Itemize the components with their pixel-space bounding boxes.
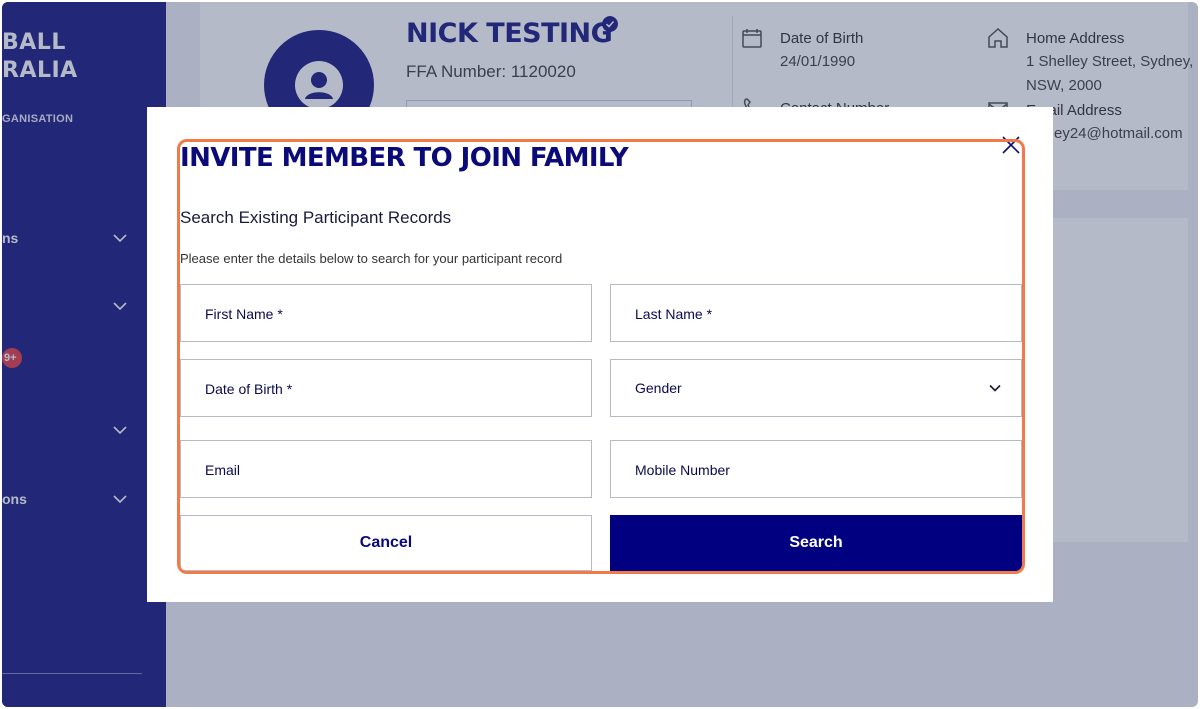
mobile-number-field[interactable]: Mobile Number (610, 440, 1022, 498)
date-of-birth-field[interactable]: Date of Birth * (180, 359, 592, 417)
chevron-down-icon (989, 384, 1001, 392)
gender-label: Gender (635, 380, 682, 396)
gender-select[interactable]: Gender (610, 359, 1022, 417)
date-of-birth-label: Date of Birth * (205, 381, 293, 397)
first-name-label: First Name * (205, 306, 283, 322)
app-window: BALL RALIA GANISATION ns 9+ ons NICK TES… (2, 2, 1198, 707)
last-name-field[interactable]: Last Name * (610, 284, 1022, 342)
last-name-label: Last Name * (635, 306, 713, 322)
invite-member-modal: INVITE MEMBER TO JOIN FAMILY Search Exis… (147, 107, 1053, 602)
search-button[interactable]: Search (610, 515, 1022, 571)
section-title: Search Existing Participant Records (180, 208, 452, 227)
mobile-number-label: Mobile Number (635, 462, 730, 478)
cancel-button[interactable]: Cancel (180, 515, 592, 571)
helper-text: Please enter the details below to search… (180, 251, 563, 266)
focus-highlight (177, 139, 1025, 574)
email-field[interactable]: Email (180, 440, 592, 498)
close-icon[interactable] (999, 133, 1023, 157)
email-field-label: Email (205, 462, 241, 478)
first-name-field[interactable]: First Name * (180, 284, 592, 342)
modal-title: INVITE MEMBER TO JOIN FAMILY (180, 143, 629, 173)
